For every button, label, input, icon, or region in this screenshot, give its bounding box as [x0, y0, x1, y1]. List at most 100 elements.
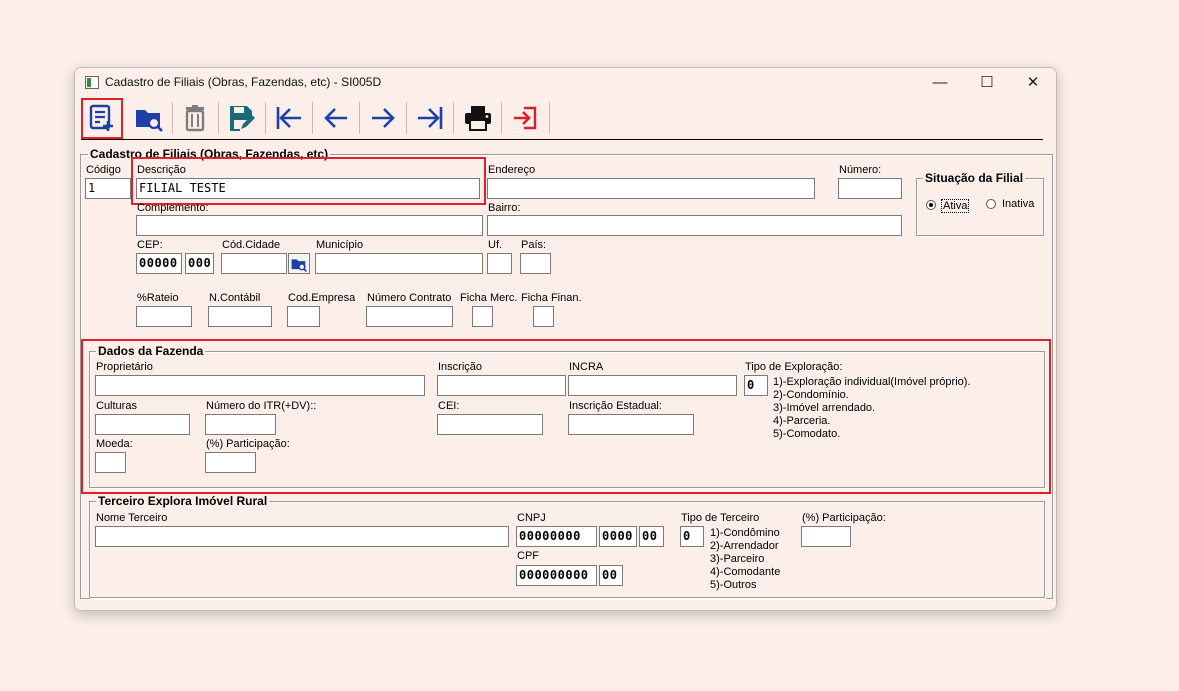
toolbar-separator	[549, 102, 550, 134]
fichafinan-label: Ficha Finan.	[521, 292, 582, 304]
exit-button[interactable]	[504, 98, 546, 138]
inscricao-estadual-input[interactable]	[568, 414, 694, 435]
toolbar-separator	[218, 102, 219, 134]
numcontrato-label: Número Contrato	[367, 292, 452, 304]
incra-label: INCRA	[569, 361, 604, 373]
next-record-icon	[372, 108, 395, 128]
cnpj-input-part3[interactable]: 00	[639, 526, 664, 547]
cod-cidade-label: Cód.Cidade	[222, 239, 281, 251]
close-button[interactable]: ✕	[1010, 68, 1056, 98]
inativa-label[interactable]: Inativa	[1002, 198, 1034, 210]
fazenda-participacao-input[interactable]	[205, 452, 256, 473]
maximize-button[interactable]: ☐	[964, 68, 1010, 98]
ativa-radio[interactable]	[926, 200, 936, 210]
ativa-label[interactable]: Ativa	[941, 199, 970, 213]
toolbar-separator	[359, 102, 360, 134]
cidade-lookup-button[interactable]	[288, 253, 310, 274]
proprietario-label: Proprietário	[96, 361, 153, 373]
tipo-terceiro-option: 4)-Comodante	[710, 566, 781, 578]
fazenda-legend: Dados da Fazenda	[96, 344, 206, 358]
first-record-button[interactable]	[268, 98, 310, 138]
pais-input[interactable]	[520, 253, 551, 274]
cpf-input-part1[interactable]: 000000000	[516, 565, 597, 586]
inscricao-estadual-label: Inscrição Estadual:	[569, 400, 662, 412]
toolbar-separator	[312, 102, 313, 134]
ncontabil-label: N.Contábil	[209, 292, 261, 304]
cnpj-input-part2[interactable]: 0000	[599, 526, 637, 547]
bairro-label: Bairro:	[488, 202, 521, 214]
toolbar-divider	[81, 139, 1043, 140]
cep-input-part2[interactable]: 000	[185, 253, 214, 274]
terceiro-participacao-input[interactable]	[801, 526, 851, 547]
print-button[interactable]	[456, 98, 498, 138]
fazenda-participacao-label: (%) Participação:	[206, 438, 290, 450]
cep-input-part1[interactable]: 00000	[136, 253, 182, 274]
save-button[interactable]	[221, 98, 263, 138]
toolbar-separator	[453, 102, 454, 134]
complemento-input[interactable]	[136, 215, 483, 236]
bairro-input[interactable]	[487, 215, 902, 236]
incra-input[interactable]	[568, 375, 737, 396]
next-record-button[interactable]	[362, 98, 404, 138]
toolbar-separator	[172, 102, 173, 134]
tipo-exploracao-label: Tipo de Exploração:	[745, 361, 843, 373]
cod-cidade-input[interactable]	[221, 253, 287, 274]
cep-label: CEP:	[137, 239, 163, 251]
descricao-highlight	[131, 157, 486, 205]
rateio-label: %Rateio	[137, 292, 179, 304]
pais-label: País:	[521, 239, 547, 251]
tipo-terceiro-option: 2)-Arrendador	[710, 540, 779, 552]
app-icon	[85, 76, 99, 89]
endereco-input[interactable]	[487, 178, 815, 199]
proprietario-input[interactable]	[95, 375, 425, 396]
main-window: Cadastro de Filiais (Obras, Fazendas, et…	[74, 67, 1057, 611]
moeda-label: Moeda:	[96, 438, 133, 450]
municipio-input[interactable]	[315, 253, 483, 274]
codempresa-label: Cod.Empresa	[288, 292, 356, 304]
tipo-exploracao-option: 5)-Comodato.	[773, 428, 841, 440]
numcontrato-input[interactable]	[366, 306, 453, 327]
culturas-input[interactable]	[95, 414, 190, 435]
situacao-legend: Situação da Filial	[923, 171, 1026, 185]
trash-icon	[185, 105, 205, 132]
numero-label: Número:	[839, 164, 882, 176]
terceiro-legend: Terceiro Explora Imóvel Rural	[96, 494, 270, 508]
cei-input[interactable]	[437, 414, 543, 435]
last-record-icon	[418, 107, 443, 129]
last-record-button[interactable]	[409, 98, 451, 138]
minimize-button[interactable]: —	[917, 68, 963, 98]
cei-label: CEI:	[438, 400, 460, 412]
codigo-input[interactable]: 1	[85, 178, 131, 199]
window-title: Cadastro de Filiais (Obras, Fazendas, et…	[105, 75, 382, 89]
fichamerc-input[interactable]	[472, 306, 493, 327]
tipo-terceiro-option: 5)-Outros	[710, 579, 757, 591]
codempresa-input[interactable]	[287, 306, 320, 327]
save-edit-icon	[230, 106, 255, 131]
delete-button[interactable]	[174, 98, 216, 138]
rateio-input[interactable]	[136, 306, 192, 327]
moeda-input[interactable]	[95, 452, 126, 473]
tipo-exploracao-option: 3)-Imóvel arrendado.	[773, 402, 876, 414]
tipo-terceiro-input[interactable]: 0	[680, 526, 704, 547]
tipo-terceiro-label: Tipo de Terceiro	[681, 512, 760, 524]
fichafinan-input[interactable]	[533, 306, 554, 327]
new-record-highlight	[81, 98, 123, 139]
inscricao-input[interactable]	[437, 375, 566, 396]
nome-terceiro-label: Nome Terceiro	[96, 512, 168, 524]
numero-input[interactable]	[838, 178, 902, 199]
codigo-label: Código	[86, 164, 121, 176]
itr-input[interactable]	[205, 414, 276, 435]
cpf-input-part2[interactable]: 00	[599, 565, 623, 586]
search-button[interactable]	[127, 98, 169, 138]
cnpj-input-part1[interactable]: 00000000	[516, 526, 597, 547]
previous-record-button[interactable]	[315, 98, 357, 138]
cnpj-label: CNPJ	[517, 512, 546, 524]
nome-terceiro-input[interactable]	[95, 526, 509, 547]
ncontabil-input[interactable]	[208, 306, 272, 327]
tipo-exploracao-option: 4)-Parceria.	[773, 415, 831, 427]
toolbar-separator	[265, 102, 266, 134]
uf-input[interactable]	[487, 253, 512, 274]
title-bar: Cadastro de Filiais (Obras, Fazendas, et…	[75, 68, 1056, 98]
inativa-radio[interactable]	[986, 199, 996, 209]
tipo-exploracao-input[interactable]: 0	[744, 375, 768, 396]
